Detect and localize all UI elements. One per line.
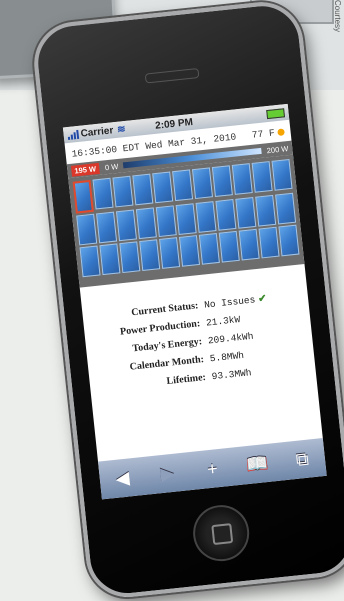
solar-panel[interactable] [99, 243, 121, 276]
solar-panel[interactable] [96, 211, 118, 244]
back-arrow-icon[interactable]: ◀ [106, 466, 138, 490]
panel-grid [72, 158, 300, 278]
solar-panel[interactable] [235, 196, 257, 229]
info-value: 93.3MWh [211, 367, 253, 383]
battery-icon [266, 108, 286, 120]
solar-panel[interactable] [195, 201, 217, 233]
phone-screen: Carrier ≋ 2:09 PM 16:35:00 EDT Wed Mar 3… [62, 103, 327, 500]
info-value: 21.3kW [205, 314, 241, 329]
info-label: Lifetime: [165, 371, 207, 388]
add-bookmark-icon[interactable]: + [196, 457, 228, 481]
solar-panel[interactable] [275, 192, 297, 225]
solar-panel[interactable] [76, 213, 98, 246]
solar-panel[interactable] [231, 163, 253, 195]
solar-panel[interactable] [175, 203, 197, 235]
info-value: 5.8MWh [209, 349, 245, 365]
iphone: Carrier ≋ 2:09 PM 16:35:00 EDT Wed Mar 3… [30, 0, 344, 601]
scale-min-label: 0 W [104, 161, 119, 172]
solar-panel[interactable] [132, 173, 154, 206]
solar-panel[interactable] [139, 239, 161, 271]
solar-panel[interactable] [159, 237, 181, 269]
signal-icon [67, 129, 80, 140]
solar-panel[interactable] [112, 175, 134, 208]
solar-panel[interactable] [152, 171, 174, 204]
solar-panel[interactable] [79, 245, 101, 278]
solar-panel[interactable] [191, 167, 213, 200]
solar-panel[interactable] [155, 205, 177, 238]
photo-credit: Courtesy [333, 0, 342, 33]
solar-panel[interactable] [238, 228, 260, 261]
pages-icon[interactable]: ⧉ [286, 447, 318, 471]
temperature: 77 F [251, 126, 285, 141]
solar-panel[interactable] [215, 199, 237, 231]
solar-panel[interactable] [255, 194, 277, 227]
solar-panel[interactable] [92, 177, 114, 210]
solar-panel[interactable] [119, 241, 141, 274]
solar-panel[interactable] [135, 207, 157, 240]
solar-panel[interactable] [115, 209, 137, 242]
solar-array [68, 154, 305, 288]
solar-panel[interactable] [172, 169, 194, 202]
browser-toolbar: ◀ ▶ + 📖 ⧉ [98, 438, 327, 500]
solar-panel[interactable] [198, 232, 220, 265]
info-value: 209.4kWh [207, 330, 254, 347]
earpiece-speaker [144, 67, 200, 84]
current-watts-badge: 195 W [70, 162, 100, 177]
solar-panel[interactable] [211, 165, 233, 197]
solar-panel[interactable] [278, 224, 300, 257]
home-button[interactable] [190, 502, 252, 564]
solar-panel[interactable] [178, 235, 201, 267]
status-time: 2:09 PM [154, 116, 194, 132]
checkmark-icon: ✔ [257, 293, 268, 305]
phone-body: Carrier ≋ 2:09 PM 16:35:00 EDT Wed Mar 3… [30, 0, 344, 601]
bookmarks-icon[interactable]: 📖 [241, 452, 273, 476]
solar-panel[interactable] [251, 161, 273, 193]
solar-panel[interactable] [258, 226, 280, 259]
sun-icon [277, 128, 285, 137]
scale-max-label: 200 W [266, 143, 289, 155]
solar-panel[interactable] [218, 230, 240, 263]
carrier-label: Carrier [80, 124, 114, 140]
wifi-icon: ≋ [116, 123, 127, 136]
status-card: Current Status: No Issues ✔ Power Produc… [88, 274, 310, 410]
info-value: No Issues [203, 294, 256, 311]
solar-panel[interactable] [72, 179, 94, 214]
phone-container: Carrier ≋ 2:09 PM 16:35:00 EDT Wed Mar 3… [30, 0, 344, 601]
solar-panel[interactable] [271, 158, 293, 191]
home-square-icon [211, 523, 234, 546]
forward-arrow-icon[interactable]: ▶ [151, 461, 183, 485]
